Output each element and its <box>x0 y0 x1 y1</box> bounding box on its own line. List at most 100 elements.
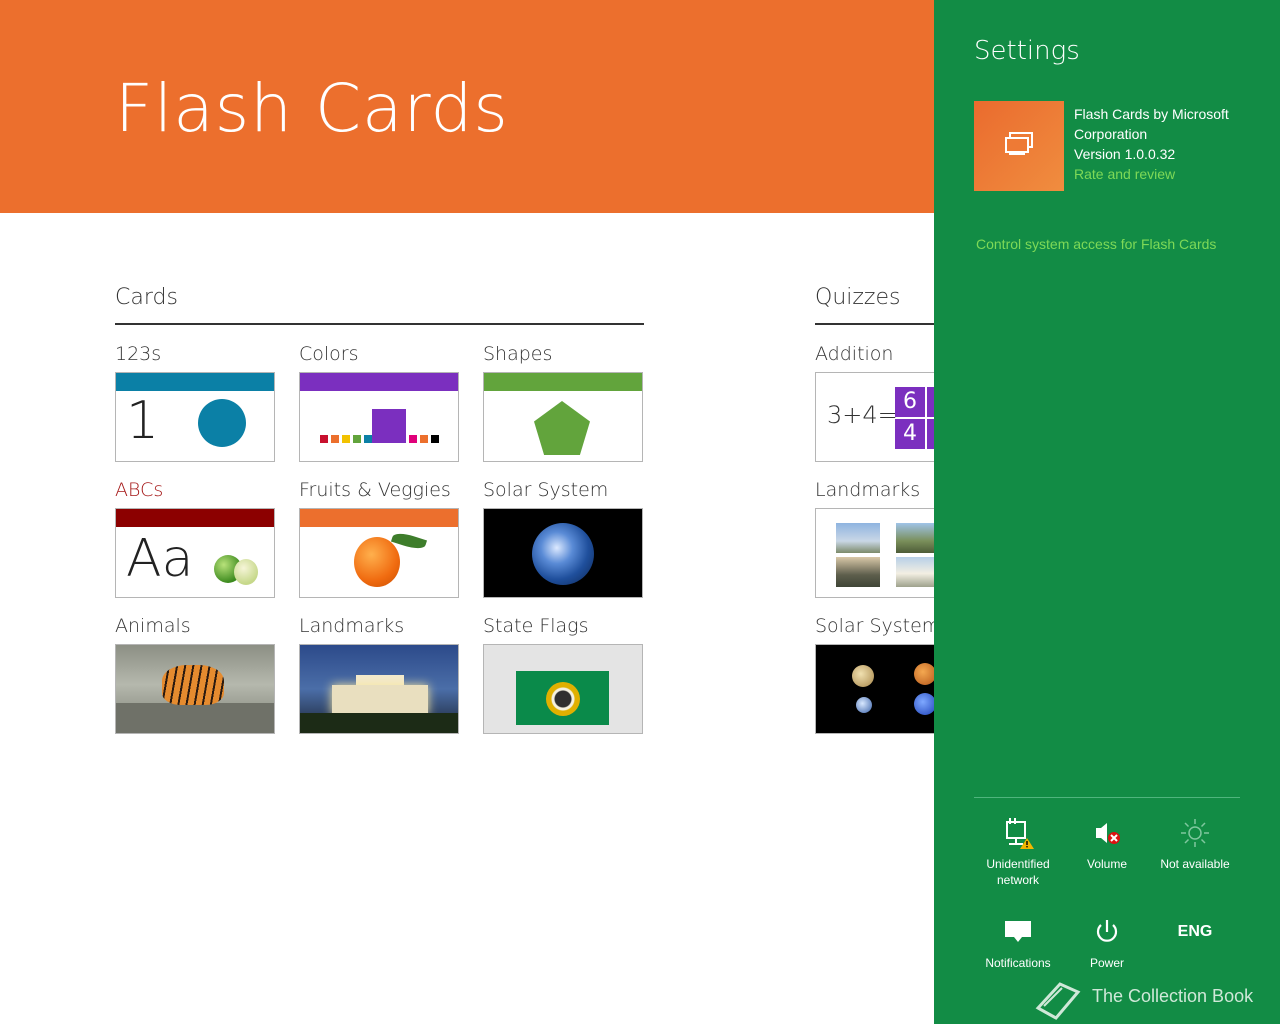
card-label-state-flags: State Flags <box>483 615 589 637</box>
earth-image <box>532 523 594 585</box>
rock-image <box>116 703 274 733</box>
power-icon <box>1096 920 1118 942</box>
answer-box: 6 <box>895 387 925 417</box>
card-label-fruits: Fruits & Veggies <box>299 479 451 501</box>
washington-flag-image <box>516 671 609 725</box>
swatch <box>353 435 361 443</box>
letters-aa: Aa <box>126 529 194 589</box>
app-publisher: Flash Cards by Microsoft Corporation <box>1074 106 1229 142</box>
swatch <box>342 435 350 443</box>
planet-image <box>914 663 934 685</box>
card-label-abcs: ABCs <box>115 479 164 501</box>
quiz-label-solar-system: Solar System <box>815 615 934 637</box>
swatch <box>320 435 328 443</box>
settings-title: Settings <box>974 36 1080 66</box>
card-band <box>300 509 458 527</box>
state-seal-image <box>546 682 580 716</box>
notifications-label: Notifications <box>985 956 1051 970</box>
keyboard-language-label: ENG <box>1177 923 1213 940</box>
color-swatches <box>320 409 450 443</box>
answer-box <box>927 419 934 449</box>
cards-section-heading[interactable]: Cards <box>115 285 178 310</box>
lawn-image <box>300 713 458 733</box>
watermark: The Collection Book <box>1030 976 1270 1022</box>
notifications-button[interactable]: Notifications <box>974 915 1062 971</box>
tiger-image <box>162 665 224 705</box>
card-tile-123s[interactable]: 1 <box>115 372 275 462</box>
quizzes-section-heading[interactable]: Quizzes <box>815 285 900 310</box>
flash-cards-icon <box>1005 132 1033 155</box>
quiz-tile-addition[interactable]: 3+4= 6 4 <box>815 372 934 462</box>
card-label-landmarks: Landmarks <box>299 615 405 637</box>
card-band <box>116 373 274 391</box>
network-button[interactable]: Unidentified network <box>974 816 1062 888</box>
brightness-button[interactable]: Not available <box>1151 816 1239 872</box>
answer-box: 4 <box>895 419 925 449</box>
card-label-shapes: Shapes <box>483 343 553 365</box>
landmark-photo <box>836 523 880 553</box>
pentagon-shape <box>534 401 590 455</box>
settings-pane: Settings Flash Cards by Microsoft Corpor… <box>934 0 1280 1024</box>
watermark-text: The Collection Book <box>1092 986 1254 1006</box>
landmark-photo <box>836 557 880 587</box>
card-label-solar-system: Solar System <box>483 479 609 501</box>
card-label-colors: Colors <box>299 343 359 365</box>
volume-muted-icon <box>1096 823 1120 844</box>
landmark-photo <box>896 557 934 587</box>
swatch <box>431 435 439 443</box>
card-band <box>300 373 458 391</box>
app-info: Flash Cards by Microsoft Corporation Ver… <box>1074 104 1264 184</box>
app-tile-icon <box>974 101 1064 191</box>
neptune-image <box>914 693 934 715</box>
app-title: Flash Cards <box>115 70 509 147</box>
control-access-link[interactable]: Control system access for Flash Cards <box>976 236 1216 252</box>
card-tile-animals[interactable] <box>115 644 275 734</box>
network-warning-icon <box>1006 818 1034 849</box>
card-tile-fruits[interactable] <box>299 508 459 598</box>
volume-label: Volume <box>1086 857 1128 871</box>
saturn-image <box>852 665 874 687</box>
card-label-123s: 123s <box>115 343 162 365</box>
numeral-one: 1 <box>126 391 160 451</box>
notifications-icon <box>1005 921 1031 942</box>
apple-slice-image <box>234 559 258 585</box>
card-tile-landmarks[interactable] <box>299 644 459 734</box>
quiz-tile-solar-system[interactable] <box>815 644 934 734</box>
quizzes-section-rule <box>815 323 934 325</box>
landmark-photo <box>896 523 934 553</box>
swatch-large <box>372 409 406 443</box>
addition-expression: 3+4= <box>827 401 898 429</box>
quiz-tile-landmarks[interactable] <box>815 508 934 598</box>
swatch <box>364 435 372 443</box>
app-version: Version 1.0.0.32 <box>1074 146 1176 162</box>
blue-circle <box>198 399 246 447</box>
card-band <box>484 373 642 391</box>
volume-button[interactable]: Volume <box>1063 816 1151 872</box>
answer-box <box>927 387 934 417</box>
card-band <box>116 509 274 527</box>
card-tile-abcs[interactable]: Aa <box>115 508 275 598</box>
card-tile-shapes[interactable] <box>483 372 643 462</box>
rate-and-review-link[interactable]: Rate and review <box>1074 164 1264 184</box>
power-label: Power <box>1089 956 1124 970</box>
quiz-label-addition: Addition <box>815 343 894 365</box>
swatch <box>331 435 339 443</box>
earth-small-image <box>856 697 872 713</box>
white-house-image <box>332 685 428 715</box>
network-label: Unidentified network <box>986 857 1050 887</box>
card-tile-state-flags[interactable] <box>483 644 643 734</box>
system-divider <box>974 797 1240 798</box>
brightness-label: Not available <box>1160 857 1230 871</box>
book-icon <box>1035 982 1081 1020</box>
swatch <box>420 435 428 443</box>
keyboard-language-button[interactable]: ENG <box>1151 915 1239 955</box>
brightness-icon <box>1181 819 1209 847</box>
power-button[interactable]: Power <box>1063 915 1151 971</box>
swatch <box>409 435 417 443</box>
card-tile-solar-system[interactable] <box>483 508 643 598</box>
app-header: Flash Cards <box>0 0 934 213</box>
card-tile-colors[interactable] <box>299 372 459 462</box>
cards-section-rule <box>115 323 644 325</box>
orange-image <box>354 537 400 587</box>
quiz-label-landmarks: Landmarks <box>815 479 921 501</box>
